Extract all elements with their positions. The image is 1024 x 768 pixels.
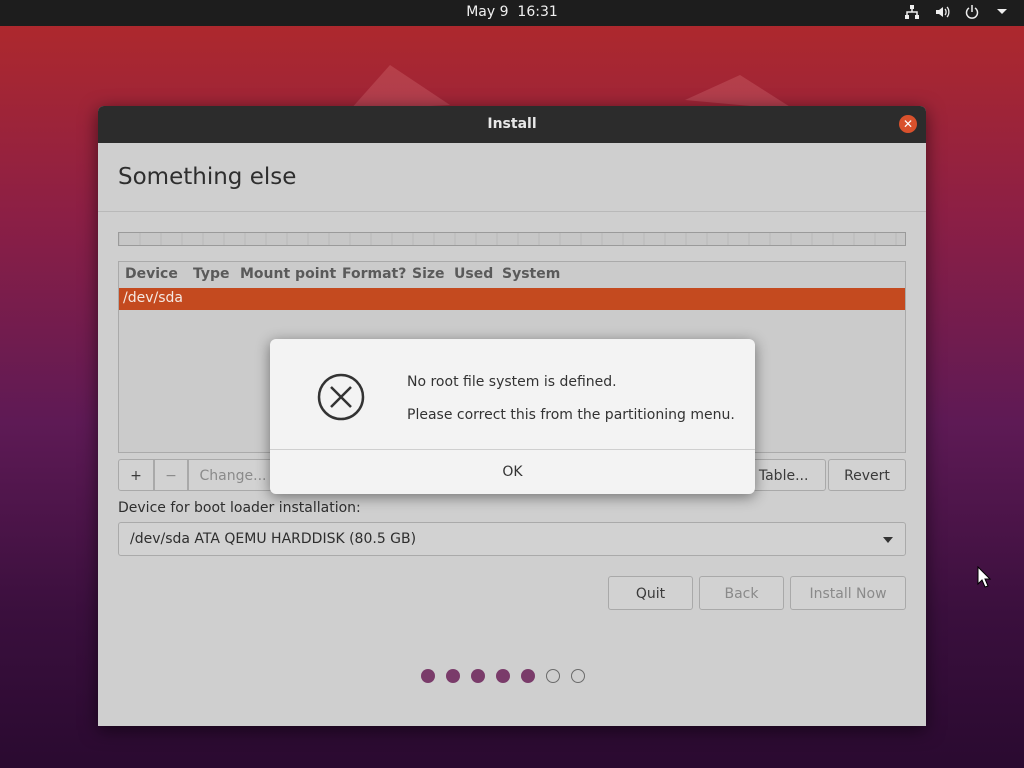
revert-button[interactable]: Revert [828,459,906,491]
date-label: May 9 [466,4,509,20]
remove-partition-button[interactable]: − [154,459,188,491]
boot-loader-label: Device for boot loader installation: [118,500,361,516]
column-header-type[interactable]: Type [193,266,230,282]
table-header: Device Type Mount point Format? Size Use… [119,262,905,288]
add-partition-button[interactable]: + [118,459,154,491]
progress-dot [471,669,485,683]
progress-dot [546,669,560,683]
close-icon: ✕ [902,117,914,131]
table-row[interactable]: /dev/sda [119,288,905,310]
column-header-system[interactable]: System [502,266,560,282]
page-title: Something else [118,164,297,190]
error-circle-x-icon [317,373,365,421]
network-icon[interactable] [904,4,920,20]
close-button[interactable]: ✕ [899,115,917,133]
ok-button[interactable]: OK [270,450,755,494]
volume-icon[interactable] [934,4,950,20]
progress-dot [496,669,510,683]
device-cell: /dev/sda [123,290,183,306]
column-header-mount-point[interactable]: Mount point [240,266,336,282]
boot-loader-select[interactable]: /dev/sda ATA QEMU HARDDISK (80.5 GB) [118,522,906,556]
dialog-message: No root file system is defined. [407,374,617,390]
progress-dot [521,669,535,683]
change-partition-button[interactable]: Change... [188,459,278,491]
system-tray[interactable] [904,4,1010,20]
window-titlebar[interactable]: Install ✕ [98,106,926,143]
mouse-cursor-icon [977,566,991,588]
dropdown-arrow-icon[interactable] [994,4,1010,20]
chevron-down-icon [883,537,893,543]
progress-dot [421,669,435,683]
clock[interactable]: May 9 16:31 [0,4,1024,20]
back-button[interactable]: Back [699,576,784,610]
column-header-device[interactable]: Device [125,266,178,282]
time-label: 16:31 [517,4,558,20]
boot-loader-value: /dev/sda ATA QEMU HARDDISK (80.5 GB) [130,531,417,547]
progress-dot [571,669,585,683]
partition-bar [118,232,906,246]
error-dialog: No root file system is defined. Please c… [270,339,755,494]
column-header-used[interactable]: Used [454,266,493,282]
progress-dots [421,669,585,683]
column-header-size[interactable]: Size [412,266,445,282]
top-panel: May 9 16:31 [0,0,1024,26]
divider [98,211,926,212]
window-title: Install [487,116,537,132]
column-header-format[interactable]: Format? [342,266,406,282]
progress-dot [446,669,460,683]
quit-button[interactable]: Quit [608,576,693,610]
install-now-button[interactable]: Install Now [790,576,906,610]
power-icon[interactable] [964,4,980,20]
dialog-message-detail: Please correct this from the partitionin… [407,407,735,423]
